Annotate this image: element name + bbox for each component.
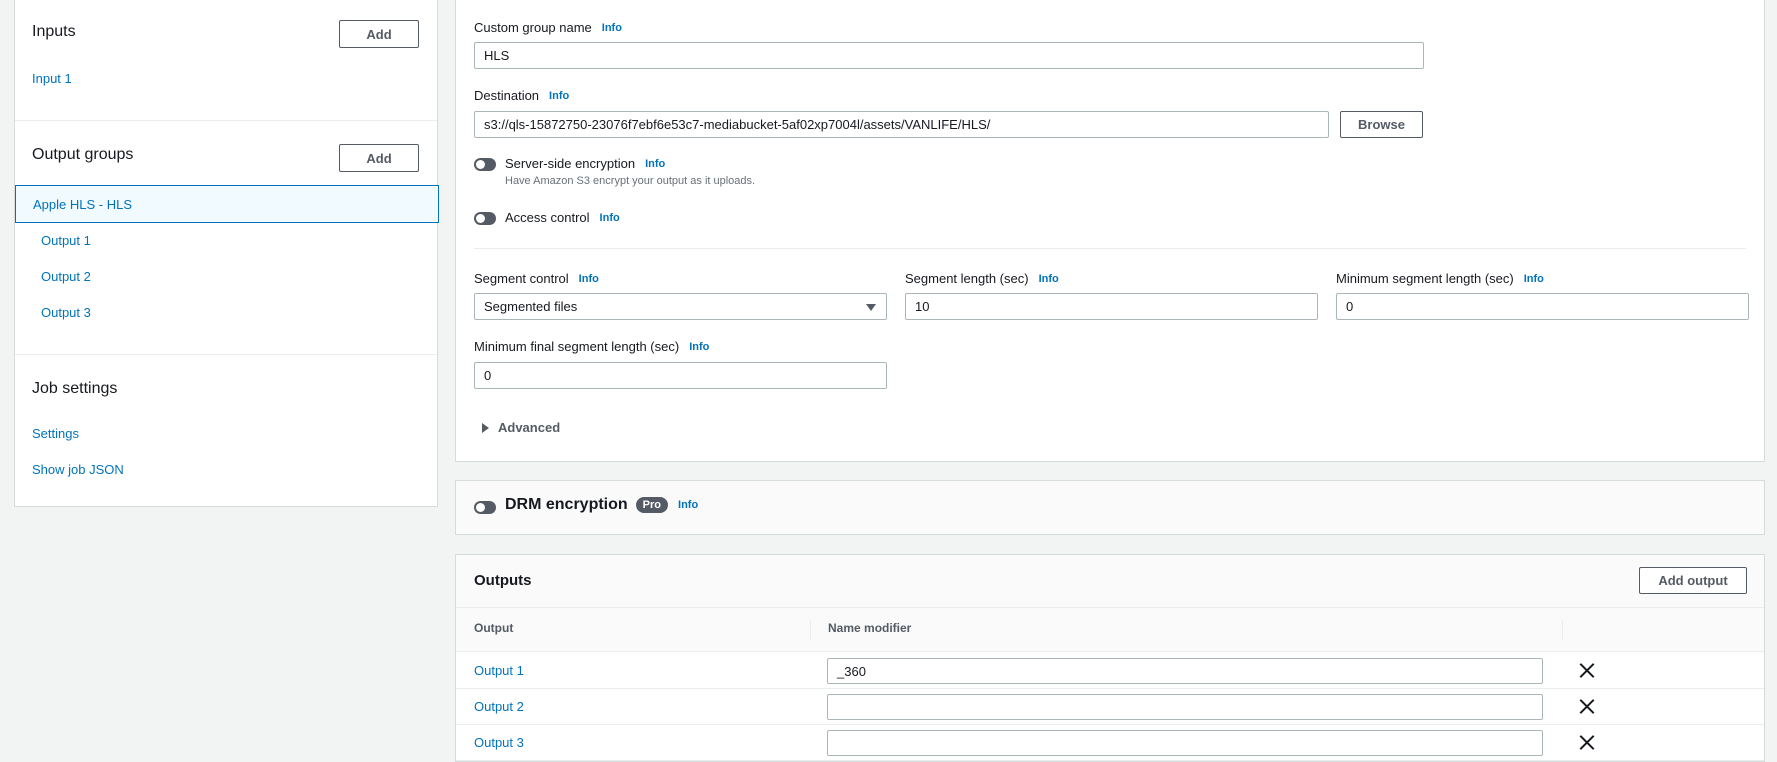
min-final-segment-label: Minimum final segment length (sec) Info bbox=[474, 339, 709, 354]
outputs-title: Outputs bbox=[474, 572, 532, 589]
segment-control-value: Segmented files bbox=[484, 299, 577, 314]
browse-button[interactable]: Browse bbox=[1340, 111, 1423, 138]
nav-show-job-json[interactable]: Show job JSON bbox=[32, 462, 124, 477]
name-modifier-input[interactable] bbox=[827, 694, 1543, 720]
output-row-link[interactable]: Output 3 bbox=[474, 735, 524, 750]
table-row: Output 3 bbox=[456, 725, 1764, 761]
min-final-segment-label-text: Minimum final segment length (sec) bbox=[474, 339, 679, 354]
output-row-link[interactable]: Output 2 bbox=[474, 699, 524, 714]
name-modifier-input[interactable]: _360 bbox=[827, 658, 1543, 684]
output-group-settings-panel: Custom group name Info HLS Destination I… bbox=[455, 0, 1765, 462]
nav-settings[interactable]: Settings bbox=[32, 426, 79, 441]
advanced-expander[interactable]: Advanced bbox=[482, 420, 560, 435]
segment-length-label-text: Segment length (sec) bbox=[905, 271, 1029, 286]
add-input-button[interactable]: Add bbox=[339, 20, 419, 48]
nav-output-2[interactable]: Output 2 bbox=[41, 269, 91, 284]
pro-badge: Pro bbox=[636, 497, 668, 513]
segment-control-label-text: Segment control bbox=[474, 271, 569, 286]
drm-encryption-panel: DRM encryption Pro Info bbox=[455, 480, 1765, 535]
advanced-label: Advanced bbox=[498, 420, 560, 435]
destination-label: Destination Info bbox=[474, 88, 569, 103]
nav-output-3[interactable]: Output 3 bbox=[41, 305, 91, 320]
segment-control-label: Segment control Info bbox=[474, 271, 599, 286]
name-modifier-input[interactable] bbox=[827, 730, 1543, 756]
destination-label-text: Destination bbox=[474, 88, 539, 103]
min-segment-length-info-link[interactable]: Info bbox=[1524, 273, 1544, 285]
access-control-label-text: Access control bbox=[505, 210, 590, 225]
custom-group-name-label-text: Custom group name bbox=[474, 20, 592, 35]
job-settings-heading: Job settings bbox=[32, 380, 117, 398]
nav-input-1[interactable]: Input 1 bbox=[32, 71, 72, 86]
min-final-segment-input[interactable]: 0 bbox=[474, 362, 887, 389]
inputs-section: Inputs Add Input 1 bbox=[15, 0, 437, 121]
nav-output-1[interactable]: Output 1 bbox=[41, 233, 91, 248]
access-control-toggle[interactable] bbox=[474, 212, 496, 225]
min-segment-length-label: Minimum segment length (sec) Info bbox=[1336, 271, 1544, 286]
outputs-table-header: Output Name modifier bbox=[456, 607, 1764, 652]
close-icon[interactable] bbox=[1578, 698, 1596, 716]
access-control-label: Access control Info bbox=[505, 210, 620, 225]
left-navigation: Inputs Add Input 1 Output groups Add App… bbox=[14, 0, 438, 507]
close-icon[interactable] bbox=[1578, 734, 1596, 752]
section-divider bbox=[474, 248, 1746, 249]
drm-info-link[interactable]: Info bbox=[678, 499, 698, 511]
access-control-info-link[interactable]: Info bbox=[600, 212, 620, 224]
close-icon[interactable] bbox=[1578, 662, 1596, 680]
drm-encryption-toggle[interactable] bbox=[474, 501, 496, 514]
column-separator bbox=[1562, 620, 1563, 640]
caret-right-icon bbox=[482, 423, 489, 433]
segment-control-info-link[interactable]: Info bbox=[579, 273, 599, 285]
table-row: Output 1 _360 bbox=[456, 653, 1764, 689]
nav-selected-output-group[interactable]: Apple HLS - HLS bbox=[15, 185, 439, 223]
add-output-group-button[interactable]: Add bbox=[339, 144, 419, 172]
column-separator bbox=[810, 620, 811, 640]
column-header-output: Output bbox=[474, 621, 513, 635]
nav-output-group-apple-hls[interactable]: Apple HLS - HLS bbox=[33, 197, 132, 212]
chevron-down-icon bbox=[866, 304, 876, 311]
destination-info-link[interactable]: Info bbox=[549, 90, 569, 102]
custom-group-name-label: Custom group name Info bbox=[474, 20, 622, 35]
custom-group-name-input[interactable]: HLS bbox=[474, 42, 1424, 69]
segment-control-select[interactable]: Segmented files bbox=[474, 293, 887, 320]
inputs-heading: Inputs bbox=[32, 23, 76, 41]
sse-info-link[interactable]: Info bbox=[645, 158, 665, 170]
destination-input[interactable]: s3://qls-15872750-23076f7ebf6e53c7-media… bbox=[474, 111, 1329, 138]
min-segment-length-input[interactable]: 0 bbox=[1336, 293, 1749, 320]
server-side-encryption-toggle[interactable] bbox=[474, 158, 496, 171]
output-row-link[interactable]: Output 1 bbox=[474, 663, 524, 678]
segment-length-label: Segment length (sec) Info bbox=[905, 271, 1059, 286]
output-groups-heading: Output groups bbox=[32, 146, 133, 164]
custom-group-name-info-link[interactable]: Info bbox=[602, 22, 622, 34]
drm-encryption-header: DRM encryption Pro Info bbox=[505, 496, 698, 514]
drm-encryption-title: DRM encryption bbox=[505, 496, 628, 514]
add-output-button[interactable]: Add output bbox=[1639, 567, 1747, 594]
min-final-segment-info-link[interactable]: Info bbox=[689, 341, 709, 353]
server-side-encryption-label: Server-side encryption Info bbox=[505, 156, 665, 171]
outputs-panel: Outputs Add output Output Name modifier … bbox=[455, 554, 1765, 762]
segment-length-input[interactable]: 10 bbox=[905, 293, 1318, 320]
table-row: Output 2 bbox=[456, 689, 1764, 725]
server-side-encryption-description: Have Amazon S3 encrypt your output as it… bbox=[505, 175, 755, 187]
segment-length-info-link[interactable]: Info bbox=[1039, 273, 1059, 285]
sse-label-text: Server-side encryption bbox=[505, 156, 635, 171]
column-header-name-modifier: Name modifier bbox=[828, 621, 911, 635]
min-segment-length-label-text: Minimum segment length (sec) bbox=[1336, 271, 1514, 286]
